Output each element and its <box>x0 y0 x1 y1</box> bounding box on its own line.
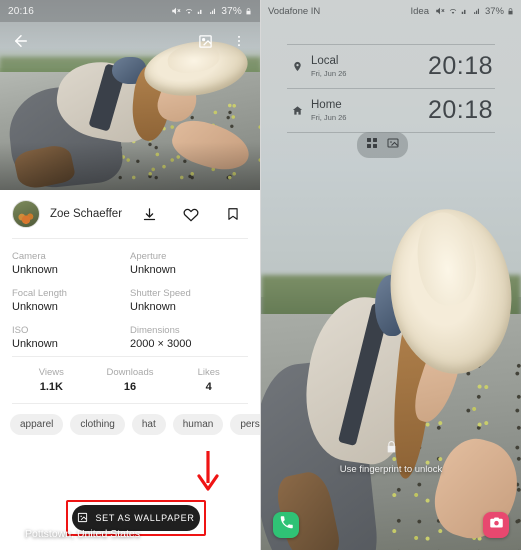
unlock-hint: Use fingerprint to unlock <box>261 440 521 475</box>
dual-clock-widget[interactable]: Local Fri, Jun 26 20:18 Home Fri, Jun 26… <box>287 44 495 133</box>
screenshot-root: 20:16 37% Pottstown, United States Zoe S… <box>0 0 521 550</box>
stat-views: Views 1.1K <box>12 367 91 393</box>
exif-item: Aperture Unknown <box>130 251 248 276</box>
map-pin-icon <box>291 61 304 72</box>
camera-icon <box>489 515 504 535</box>
author-row[interactable]: Zoe Schaeffer <box>0 190 260 238</box>
exif-item: Camera Unknown <box>12 251 130 276</box>
phone-icon <box>279 515 294 535</box>
location-text: Pottstown, United States <box>25 528 140 540</box>
exif-label: ISO <box>12 325 29 336</box>
lock-icon <box>245 7 252 16</box>
signal-icon <box>197 6 206 16</box>
clock-title: Home <box>311 98 342 111</box>
signal-bars-icon <box>473 6 482 16</box>
carrier-primary: Vodafone IN <box>268 5 321 17</box>
author-name[interactable]: Zoe Schaeffer <box>50 208 128 220</box>
more-vertical-icon[interactable] <box>228 30 250 52</box>
image-frame-icon <box>77 512 88 525</box>
exif-value: Unknown <box>12 301 58 313</box>
bookmark-button[interactable] <box>222 203 244 225</box>
lock-icon <box>507 7 514 16</box>
photo-icon[interactable] <box>387 136 399 154</box>
exif-item: Shutter Speed Unknown <box>130 288 248 313</box>
mute-icon <box>171 6 181 16</box>
clock-row-home[interactable]: Home Fri, Jun 26 20:18 <box>287 89 495 132</box>
widget-pill[interactable] <box>357 132 408 158</box>
exif-item: ISO Unknown <box>12 325 130 350</box>
exif-value: Unknown <box>12 338 58 350</box>
lock-icon <box>385 440 398 459</box>
exif-label: Dimensions <box>130 325 180 336</box>
tag-chip[interactable]: clothing <box>70 414 125 435</box>
stats-row: Views 1.1K Downloads 16 Likes 4 <box>0 357 260 403</box>
red-down-arrow <box>195 449 221 498</box>
stat-value: 1.1K <box>39 381 63 393</box>
avatar[interactable] <box>12 200 40 228</box>
tag-chip[interactable]: person <box>230 414 260 435</box>
stat-label: Likes <box>197 367 220 378</box>
clock-title: Local <box>311 54 339 67</box>
tag-chip[interactable]: human <box>172 414 224 435</box>
camera-shortcut[interactable] <box>483 512 509 538</box>
clock-date: Fri, Jun 26 <box>311 69 347 79</box>
app-bar <box>0 22 260 60</box>
status-bar: Vodafone IN Idea 37% <box>261 0 521 22</box>
stat-value: 4 <box>205 381 212 393</box>
stat-label: Views <box>38 367 64 378</box>
wifi-icon <box>448 6 458 16</box>
exif-item: Dimensions 2000 × 3000 <box>130 325 248 350</box>
status-time: 20:16 <box>8 5 35 17</box>
stat-label: Downloads <box>106 367 154 378</box>
battery-percent: 37% <box>484 5 504 17</box>
battery-percent: 37% <box>221 5 242 17</box>
phone-shortcut[interactable] <box>273 512 299 538</box>
exif-value: Unknown <box>12 264 58 276</box>
clock-time: 20:18 <box>427 96 493 124</box>
status-bar: 20:16 37% <box>0 0 260 22</box>
tag-chip[interactable]: apparel <box>10 414 64 435</box>
signal-bars-icon <box>209 6 218 16</box>
stat-value: 16 <box>123 381 137 393</box>
clock-date: Fri, Jun 26 <box>311 113 347 123</box>
stat-downloads: Downloads 16 <box>91 367 170 393</box>
exif-item: Focal Length Unknown <box>12 288 130 313</box>
map-pin-icon <box>12 529 18 539</box>
unlock-hint-text: Use fingerprint to unlock <box>339 464 443 475</box>
carrier-secondary: Idea <box>410 5 429 17</box>
tag-list[interactable]: apparel clothing hat human person <box>0 404 260 445</box>
clock-row-local[interactable]: Local Fri, Jun 26 20:18 <box>287 45 495 88</box>
exif-label: Focal Length <box>12 288 67 299</box>
clock-time: 20:18 <box>427 52 493 80</box>
wifi-icon <box>184 6 194 16</box>
exif-value: Unknown <box>130 301 176 313</box>
exif-label: Aperture <box>130 251 167 262</box>
home-icon <box>291 105 304 116</box>
stat-likes: Likes 4 <box>169 367 248 393</box>
arrow-left-icon[interactable] <box>10 30 32 52</box>
lock-screen[interactable]: Vodafone IN Idea 37% Local Fri, Jun 26 2… <box>261 0 521 550</box>
exif-label: Camera <box>12 251 46 262</box>
set-wallpaper-icon[interactable] <box>194 30 216 52</box>
exif-grid: Camera Unknown Aperture Unknown Focal Le… <box>0 239 260 356</box>
exif-value: Unknown <box>130 264 176 276</box>
signal-icon <box>461 6 470 16</box>
mute-icon <box>435 6 445 16</box>
like-button[interactable] <box>180 203 202 225</box>
photo-detail-screen: 20:16 37% Pottstown, United States Zoe S… <box>0 0 261 550</box>
download-button[interactable] <box>138 203 160 225</box>
photo-location: Pottstown, United States <box>10 528 140 540</box>
cta-label: SET AS WALLPAPER <box>95 513 195 523</box>
widgets-icon[interactable] <box>366 136 378 154</box>
tag-chip[interactable]: hat <box>131 414 166 435</box>
exif-value: 2000 × 3000 <box>130 338 192 350</box>
exif-label: Shutter Speed <box>130 288 191 299</box>
